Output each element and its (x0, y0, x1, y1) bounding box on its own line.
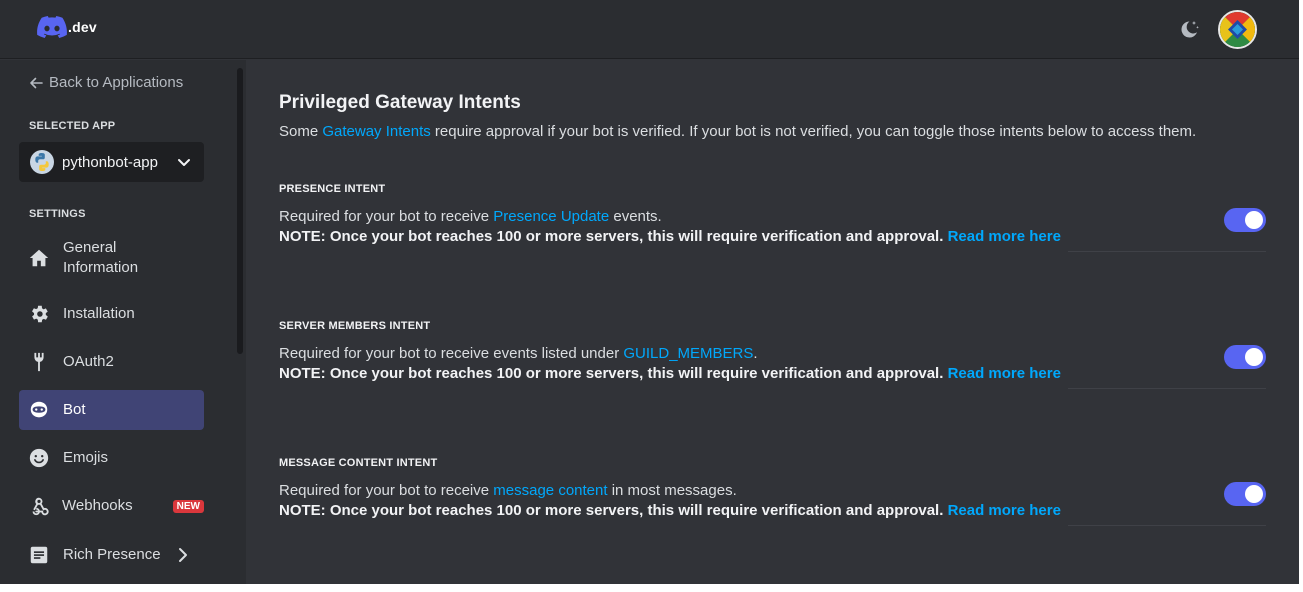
divider (1068, 251, 1266, 252)
intent-note-text: NOTE: Once your bot reaches 100 or more … (279, 502, 948, 519)
intent-title: SERVER MEMBERS INTENT (279, 320, 431, 332)
presence-intent-toggle[interactable] (1224, 208, 1266, 232)
read-more-link[interactable]: Read more here (948, 228, 1061, 245)
selected-app-label: SELECTED APP (29, 120, 116, 132)
logo-text: .dev (68, 19, 97, 35)
sidebar-item-label: OAuth2 (63, 353, 114, 370)
gear-icon (27, 302, 51, 326)
intent-description-text: Required for your bot to receive (279, 482, 494, 499)
read-more-link[interactable]: Read more here (948, 502, 1061, 519)
python-logo-icon (30, 150, 54, 174)
intent-note-text: NOTE: Once your bot reaches 100 or more … (279, 365, 948, 382)
page-title: Privileged Gateway Intents (279, 92, 521, 113)
intent-note: NOTE: Once your bot reaches 100 or more … (279, 365, 1061, 382)
sidebar-item-oauth2[interactable]: OAuth2 (19, 342, 204, 382)
message-content-link[interactable]: message content (493, 482, 607, 499)
toggle-knob (1245, 348, 1263, 366)
new-badge: NEW (172, 499, 204, 513)
chevron-down-icon (178, 159, 190, 166)
message-content-intent-section: MESSAGE CONTENT INTENT Required for your… (279, 457, 1267, 526)
smile-icon (27, 446, 51, 470)
sidebar-item-webhooks[interactable]: Webhooks NEW (19, 486, 204, 526)
intent-description: Required for your bot to receive Presenc… (279, 208, 662, 225)
intent-note: NOTE: Once your bot reaches 100 or more … (279, 502, 1061, 519)
intent-description: Required for your bot to receive message… (279, 482, 737, 499)
moon-stars-icon[interactable] (1177, 17, 1201, 41)
divider (1068, 525, 1266, 526)
discord-dev-logo[interactable]: .dev (37, 16, 97, 38)
sidebar-item-label: Bot (63, 401, 86, 418)
intent-title: MESSAGE CONTENT INTENT (279, 457, 438, 469)
presence-intent-section: PRESENCE INTENT Required for your bot to… (279, 183, 1267, 252)
sidebar-item-label: Installation (63, 305, 135, 322)
toggle-knob (1245, 211, 1263, 229)
main-content: Privileged Gateway Intents Some Gateway … (246, 60, 1299, 584)
intent-note-text: NOTE: Once your bot reaches 100 or more … (279, 228, 948, 245)
sidebar-scrollbar[interactable] (237, 68, 243, 354)
sidebar-item-label: Webhooks (62, 497, 133, 514)
sidebar-item-rich-presence[interactable]: Rich Presence (19, 535, 204, 575)
guild-members-link[interactable]: GUILD_MEMBERS (623, 345, 753, 362)
intent-description-text: . (753, 345, 758, 362)
settings-label: SETTINGS (29, 208, 86, 220)
presence-update-link[interactable]: Presence Update (493, 208, 609, 225)
server-members-intent-toggle[interactable] (1224, 345, 1266, 369)
chevron-right-icon (179, 548, 187, 562)
sidebar-item-installation[interactable]: Installation (19, 294, 204, 334)
user-avatar[interactable] (1218, 10, 1257, 49)
bot-icon (27, 398, 51, 422)
document-icon (27, 543, 51, 567)
gateway-intents-link[interactable]: Gateway Intents (322, 123, 430, 140)
app-window: .dev Back to Applications SELECTED APP p… (0, 0, 1299, 584)
top-bar: .dev (0, 0, 1299, 59)
intent-description: Required for your bot to receive events … (279, 345, 758, 362)
selected-app-name: pythonbot-app (62, 153, 158, 171)
sidebar-item-label: Emojis (63, 449, 109, 466)
sidebar-item-label: Rich Presence (63, 546, 161, 563)
intent-title: PRESENCE INTENT (279, 183, 386, 195)
sidebar-item-emojis[interactable]: Emojis (19, 438, 204, 478)
sidebar-item-general-information[interactable]: General Information (19, 236, 204, 280)
page-description: Some Gateway Intents require approval if… (279, 123, 1196, 140)
discord-logo-icon (37, 16, 67, 38)
sidebar-item-label: General Information (63, 239, 139, 276)
intent-description-text: Required for your bot to receive events … (279, 345, 624, 362)
home-icon (27, 246, 51, 270)
intent-description-text: events. (609, 208, 662, 225)
description-text: require approval if your bot is verified… (430, 123, 1197, 140)
sidebar-item-bot[interactable]: Bot (19, 390, 204, 430)
app-selector[interactable]: pythonbot-app (19, 142, 204, 182)
read-more-link[interactable]: Read more here (948, 365, 1061, 382)
wrench-icon (27, 350, 51, 374)
message-content-intent-toggle[interactable] (1224, 482, 1266, 506)
description-text: Some (279, 123, 323, 140)
sidebar: Back to Applications SELECTED APP python… (0, 60, 246, 584)
toggle-knob (1245, 485, 1263, 503)
server-members-intent-section: SERVER MEMBERS INTENT Required for your … (279, 320, 1267, 389)
arrow-left-icon (30, 77, 43, 88)
webhook-icon (27, 494, 50, 518)
intent-note: NOTE: Once your bot reaches 100 or more … (279, 228, 1061, 245)
avatar-image (1220, 12, 1255, 47)
back-to-applications-link[interactable]: Back to Applications (29, 74, 183, 91)
back-label: Back to Applications (49, 74, 184, 91)
intent-description-text: Required for your bot to receive (279, 208, 494, 225)
intent-description-text: in most messages. (607, 482, 737, 499)
divider (1068, 388, 1266, 389)
